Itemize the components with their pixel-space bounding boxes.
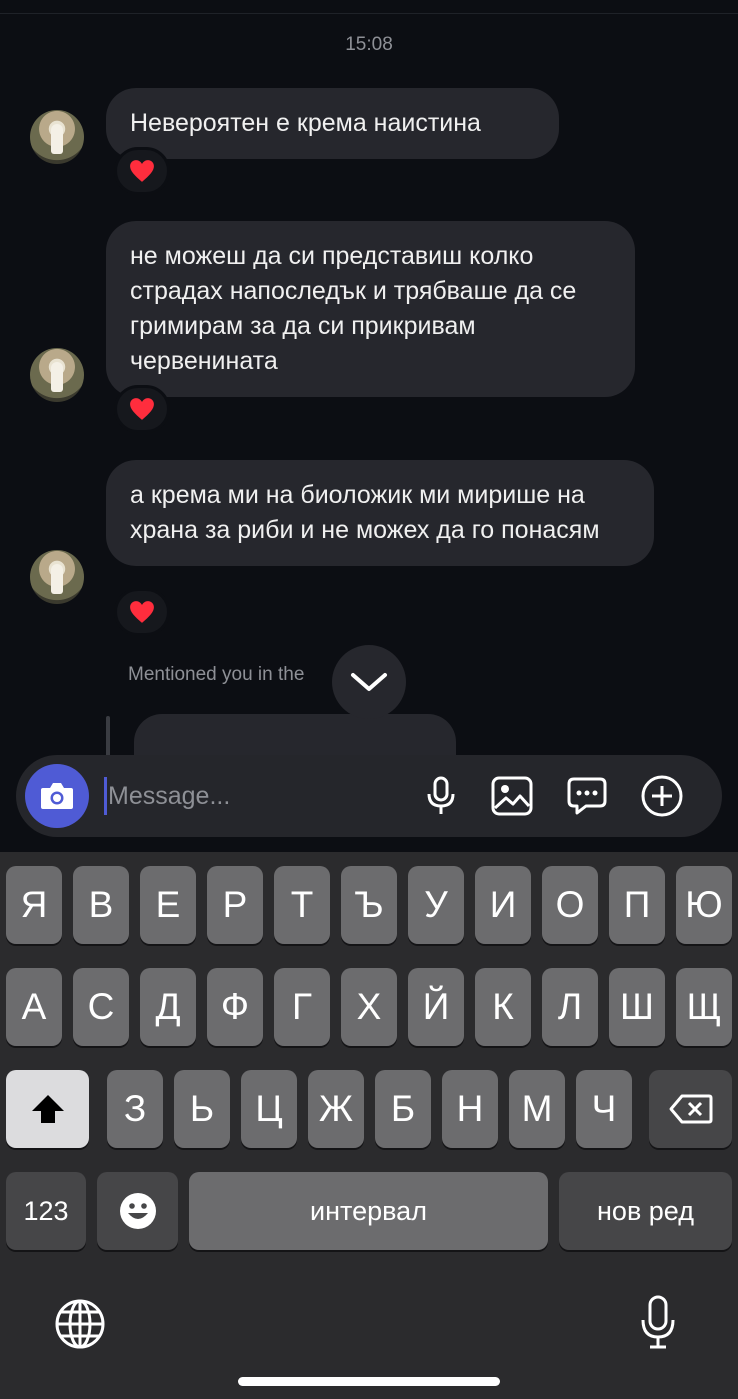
key[interactable]: О xyxy=(542,866,598,944)
divider xyxy=(0,0,738,14)
key[interactable]: А xyxy=(6,968,62,1046)
home-indicator[interactable] xyxy=(238,1377,500,1386)
message-composer xyxy=(16,755,722,837)
key[interactable]: С xyxy=(73,968,129,1046)
key[interactable]: В xyxy=(73,866,129,944)
message-bubble[interactable]: Невероятен е крема наистина xyxy=(106,88,559,159)
key[interactable]: Р xyxy=(207,866,263,944)
key[interactable]: Ц xyxy=(241,1070,297,1148)
globe-icon xyxy=(55,1299,105,1349)
key[interactable]: Л xyxy=(542,968,598,1046)
message-bubble[interactable]: не можеш да си представиш колко страдах … xyxy=(106,221,635,397)
sender-avatar[interactable] xyxy=(30,348,84,402)
sender-avatar[interactable] xyxy=(30,550,84,604)
return-key[interactable]: нов ред xyxy=(559,1172,732,1250)
reaction-badge[interactable] xyxy=(114,385,170,433)
dictation-button[interactable] xyxy=(630,1292,686,1352)
message-input[interactable] xyxy=(108,776,408,816)
heart-icon xyxy=(130,398,154,420)
key[interactable]: Т xyxy=(274,866,330,944)
emoji-icon xyxy=(119,1193,156,1229)
heart-icon xyxy=(130,601,154,623)
key[interactable]: Ж xyxy=(308,1070,364,1148)
camera-button[interactable] xyxy=(25,764,89,828)
key[interactable]: Ъ xyxy=(341,866,397,944)
space-key[interactable]: интервал xyxy=(189,1172,548,1250)
key[interactable]: К xyxy=(475,968,531,1046)
shift-key[interactable] xyxy=(6,1070,89,1148)
shift-icon xyxy=(31,1095,64,1123)
key[interactable]: Ш xyxy=(609,968,665,1046)
globe-button[interactable] xyxy=(52,1296,108,1352)
key[interactable]: Н xyxy=(442,1070,498,1148)
key[interactable]: Б xyxy=(375,1070,431,1148)
key[interactable]: Ф xyxy=(207,968,263,1046)
key[interactable]: Д xyxy=(140,968,196,1046)
heart-icon xyxy=(130,160,154,182)
add-button[interactable] xyxy=(640,774,684,818)
key[interactable]: Щ xyxy=(676,968,732,1046)
story-mention-label: Mentioned you in the xyxy=(128,664,305,685)
reaction-badge[interactable] xyxy=(114,147,170,195)
message-bubble[interactable]: а крема ми на биоложик ми мирише на хран… xyxy=(106,460,654,566)
sender-avatar[interactable] xyxy=(30,110,84,164)
key[interactable]: Г xyxy=(274,968,330,1046)
gallery-button[interactable] xyxy=(490,774,534,818)
key[interactable]: Ь xyxy=(174,1070,230,1148)
microphone-icon xyxy=(427,776,455,814)
key[interactable]: Й xyxy=(408,968,464,1046)
reaction-badge[interactable] xyxy=(114,588,170,636)
chevron-down-icon xyxy=(351,673,387,691)
key[interactable]: М xyxy=(509,1070,565,1148)
gallery-icon xyxy=(491,776,533,816)
text-caret xyxy=(104,777,107,815)
voice-message-button[interactable] xyxy=(419,774,463,818)
key[interactable]: Ч xyxy=(576,1070,632,1148)
numbers-key[interactable]: 123 xyxy=(6,1172,86,1250)
key[interactable]: У xyxy=(408,866,464,944)
key[interactable]: Е xyxy=(140,866,196,944)
camera-icon xyxy=(41,783,73,809)
microphone-icon xyxy=(641,1295,675,1349)
scroll-to-bottom-button[interactable] xyxy=(332,645,406,719)
emoji-key[interactable] xyxy=(97,1172,178,1250)
sticker-icon xyxy=(567,777,607,815)
backspace-icon xyxy=(669,1094,712,1124)
sticker-button[interactable] xyxy=(565,774,609,818)
key[interactable]: Ю xyxy=(676,866,732,944)
add-icon xyxy=(641,775,683,817)
key[interactable]: Х xyxy=(341,968,397,1046)
chat-thread: 15:08 Невероятен е крема наистина не мож… xyxy=(0,0,738,852)
keyboard: Я В Е Р Т Ъ У И О П Ю А С Д Ф Г Х Й К Л … xyxy=(0,852,738,1399)
delete-key[interactable] xyxy=(649,1070,732,1148)
key[interactable]: Я xyxy=(6,866,62,944)
message-timestamp: 15:08 xyxy=(345,34,393,55)
key[interactable]: П xyxy=(609,866,665,944)
key[interactable]: И xyxy=(475,866,531,944)
key[interactable]: З xyxy=(107,1070,163,1148)
